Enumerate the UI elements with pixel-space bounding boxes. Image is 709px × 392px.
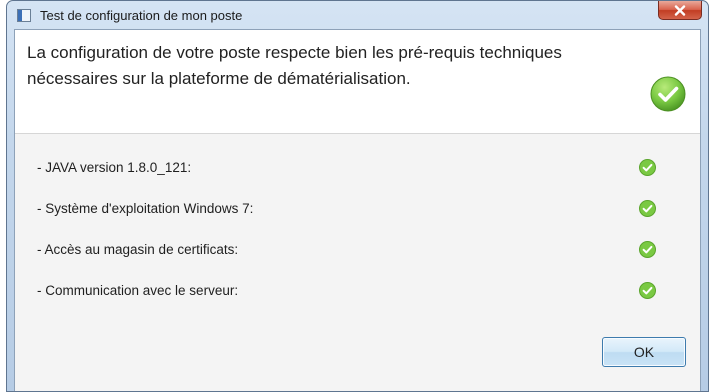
result-header: La configuration de votre poste respecte… — [15, 30, 700, 134]
close-button[interactable] — [658, 1, 702, 20]
check-ok-icon — [639, 282, 656, 299]
check-circle-icon — [650, 76, 686, 112]
check-item-certificates: - Accès au magasin de certificats: — [15, 236, 700, 277]
title-bar[interactable]: Test de configuration de mon poste — [7, 1, 708, 29]
close-icon — [674, 4, 686, 16]
app-window-icon — [17, 9, 31, 22]
window-title: Test de configuration de mon poste — [40, 8, 243, 23]
check-item-os: - Système d'exploitation Windows 7: — [15, 195, 700, 236]
check-ok-icon — [639, 159, 656, 176]
check-item-java: - JAVA version 1.8.0_121: — [15, 154, 700, 195]
dialog-window: Test de configuration de mon poste La co… — [6, 0, 709, 392]
check-ok-icon — [639, 200, 656, 217]
check-label: - Communication avec le serveur: — [37, 283, 239, 298]
check-label: - Système d'exploitation Windows 7: — [37, 201, 254, 216]
dialog-content: La configuration de votre poste respecte… — [14, 29, 701, 391]
ok-button[interactable]: OK — [602, 337, 686, 367]
check-list: - JAVA version 1.8.0_121: - Système d'ex… — [15, 154, 700, 318]
check-item-server: - Communication avec le serveur: — [15, 277, 700, 318]
check-details-panel: - JAVA version 1.8.0_121: - Système d'ex… — [15, 134, 700, 391]
result-message: La configuration de votre poste respecte… — [27, 43, 562, 88]
check-label: - Accès au magasin de certificats: — [37, 242, 239, 257]
check-ok-icon — [639, 241, 656, 258]
check-label: - JAVA version 1.8.0_121: — [37, 160, 192, 175]
